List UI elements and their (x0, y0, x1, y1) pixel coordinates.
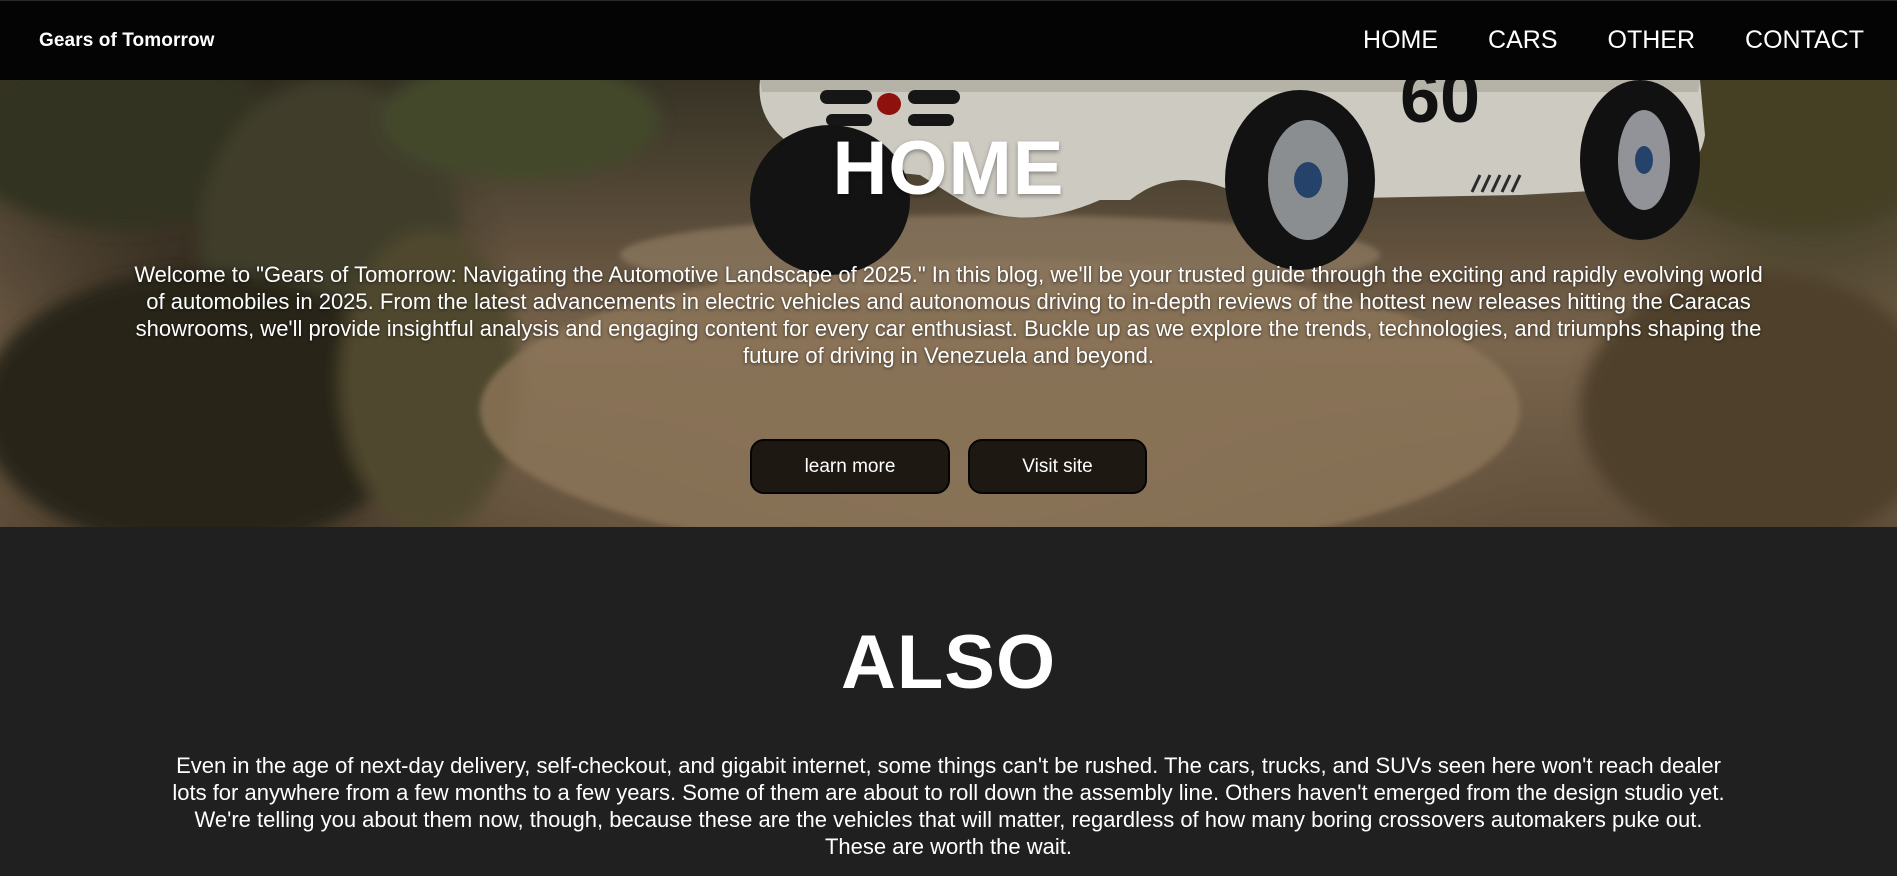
main-nav: HOME CARS OTHER CONTACT (1363, 26, 1864, 55)
also-description: Even in the age of next-day delivery, se… (172, 753, 1725, 859)
also-section: ALSO Even in the age of next-day deliver… (0, 527, 1897, 876)
also-title: ALSO (840, 620, 1057, 705)
site-brand[interactable]: Gears of Tomorrow (39, 30, 215, 52)
hero-section: 60 HOME Welcome to "Gears of Tomorrow: N… (0, 80, 1897, 527)
nav-link-cars[interactable]: CARS (1488, 26, 1557, 55)
nav-link-other[interactable]: OTHER (1608, 26, 1696, 55)
hero-title: HOME (832, 126, 1065, 211)
nav-link-contact[interactable]: CONTACT (1745, 26, 1864, 55)
visit-site-button[interactable]: Visit site (968, 439, 1147, 494)
hero-button-group: learn more Visit site (0, 439, 1897, 494)
hero-description: Welcome to "Gears of Tomorrow: Navigatin… (134, 262, 1763, 368)
nav-link-home[interactable]: HOME (1363, 26, 1438, 55)
top-navbar: Gears of Tomorrow HOME CARS OTHER CONTAC… (0, 0, 1897, 80)
learn-more-button[interactable]: learn more (750, 439, 950, 494)
